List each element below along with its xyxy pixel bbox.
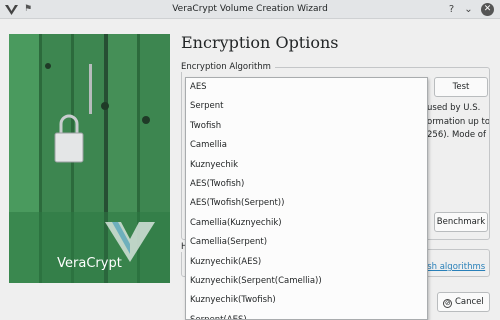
hash-algorithms-link[interactable]: ash algorithms [422,262,485,272]
dropdown-item-serpent-aes[interactable]: Serpent(AES) [186,311,427,319]
description-line: ormation up to [427,116,489,127]
algorithm-description: used by U.S. ormation up to 256). Mode o… [427,102,489,143]
close-icon[interactable]: ✕ [481,3,494,16]
veracrypt-brand-text: VeraCrypt [57,256,122,271]
wizard-banner-image: VeraCrypt [9,34,170,283]
window-title: VeraCrypt Volume Creation Wizard [172,4,328,14]
cancel-button-label: Cancel [454,297,484,307]
dropdown-item-kuznyechik-serpent-camellia[interactable]: Kuznyechik(Serpent(Camellia)) [186,272,427,291]
title-bar[interactable]: VeraCrypt Volume Creation Wizard ⚑ ? ⌄ ✕ [0,0,500,19]
encryption-algorithm-dropdown-list[interactable]: AES Serpent Twofish Camellia Kuznyechik … [185,77,428,320]
dropdown-item-kuznyechik-aes[interactable]: Kuznyechik(AES) [186,253,427,272]
help-icon[interactable]: ? [445,3,458,16]
dropdown-item-camellia-serpent[interactable]: Camellia(Serpent) [186,233,427,252]
dropdown-item-camellia[interactable]: Camellia [186,136,427,155]
dropdown-item-serpent[interactable]: Serpent [186,97,427,116]
dropdown-item-aes-twofish-serpent[interactable]: AES(Twofish(Serpent)) [186,194,427,213]
pin-icon[interactable]: ⚑ [22,2,34,16]
door-padlock-illustration [9,34,170,283]
dropdown-item-camellia-kuznyechik[interactable]: Camellia(Kuznyechik) [186,214,427,233]
test-button[interactable]: Test [434,77,488,97]
page-title: Encryption Options [181,33,339,52]
benchmark-button[interactable]: Benchmark [434,212,488,232]
minimize-icon[interactable]: ⌄ [462,3,475,16]
dropdown-item-kuznyechik[interactable]: Kuznyechik [186,156,427,175]
dropdown-item-aes-twofish[interactable]: AES(Twofish) [186,175,427,194]
encryption-algorithm-label: Encryption Algorithm [181,62,275,72]
dropdown-item-twofish[interactable]: Twofish [186,117,427,136]
wizard-window: VeraCrypt Volume Creation Wizard ⚑ ? ⌄ ✕ [0,0,500,320]
description-line: 256). Mode of [427,130,486,140]
cancel-button[interactable]: ⊘ Cancel [437,292,490,312]
dropdown-item-kuznyechik-twofish[interactable]: Kuznyechik(Twofish) [186,291,427,310]
cancel-icon: ⊘ [443,299,453,308]
veracrypt-app-icon[interactable] [5,3,18,16]
description-line: used by U.S. [427,103,481,113]
dropdown-item-aes[interactable]: AES [186,78,427,97]
